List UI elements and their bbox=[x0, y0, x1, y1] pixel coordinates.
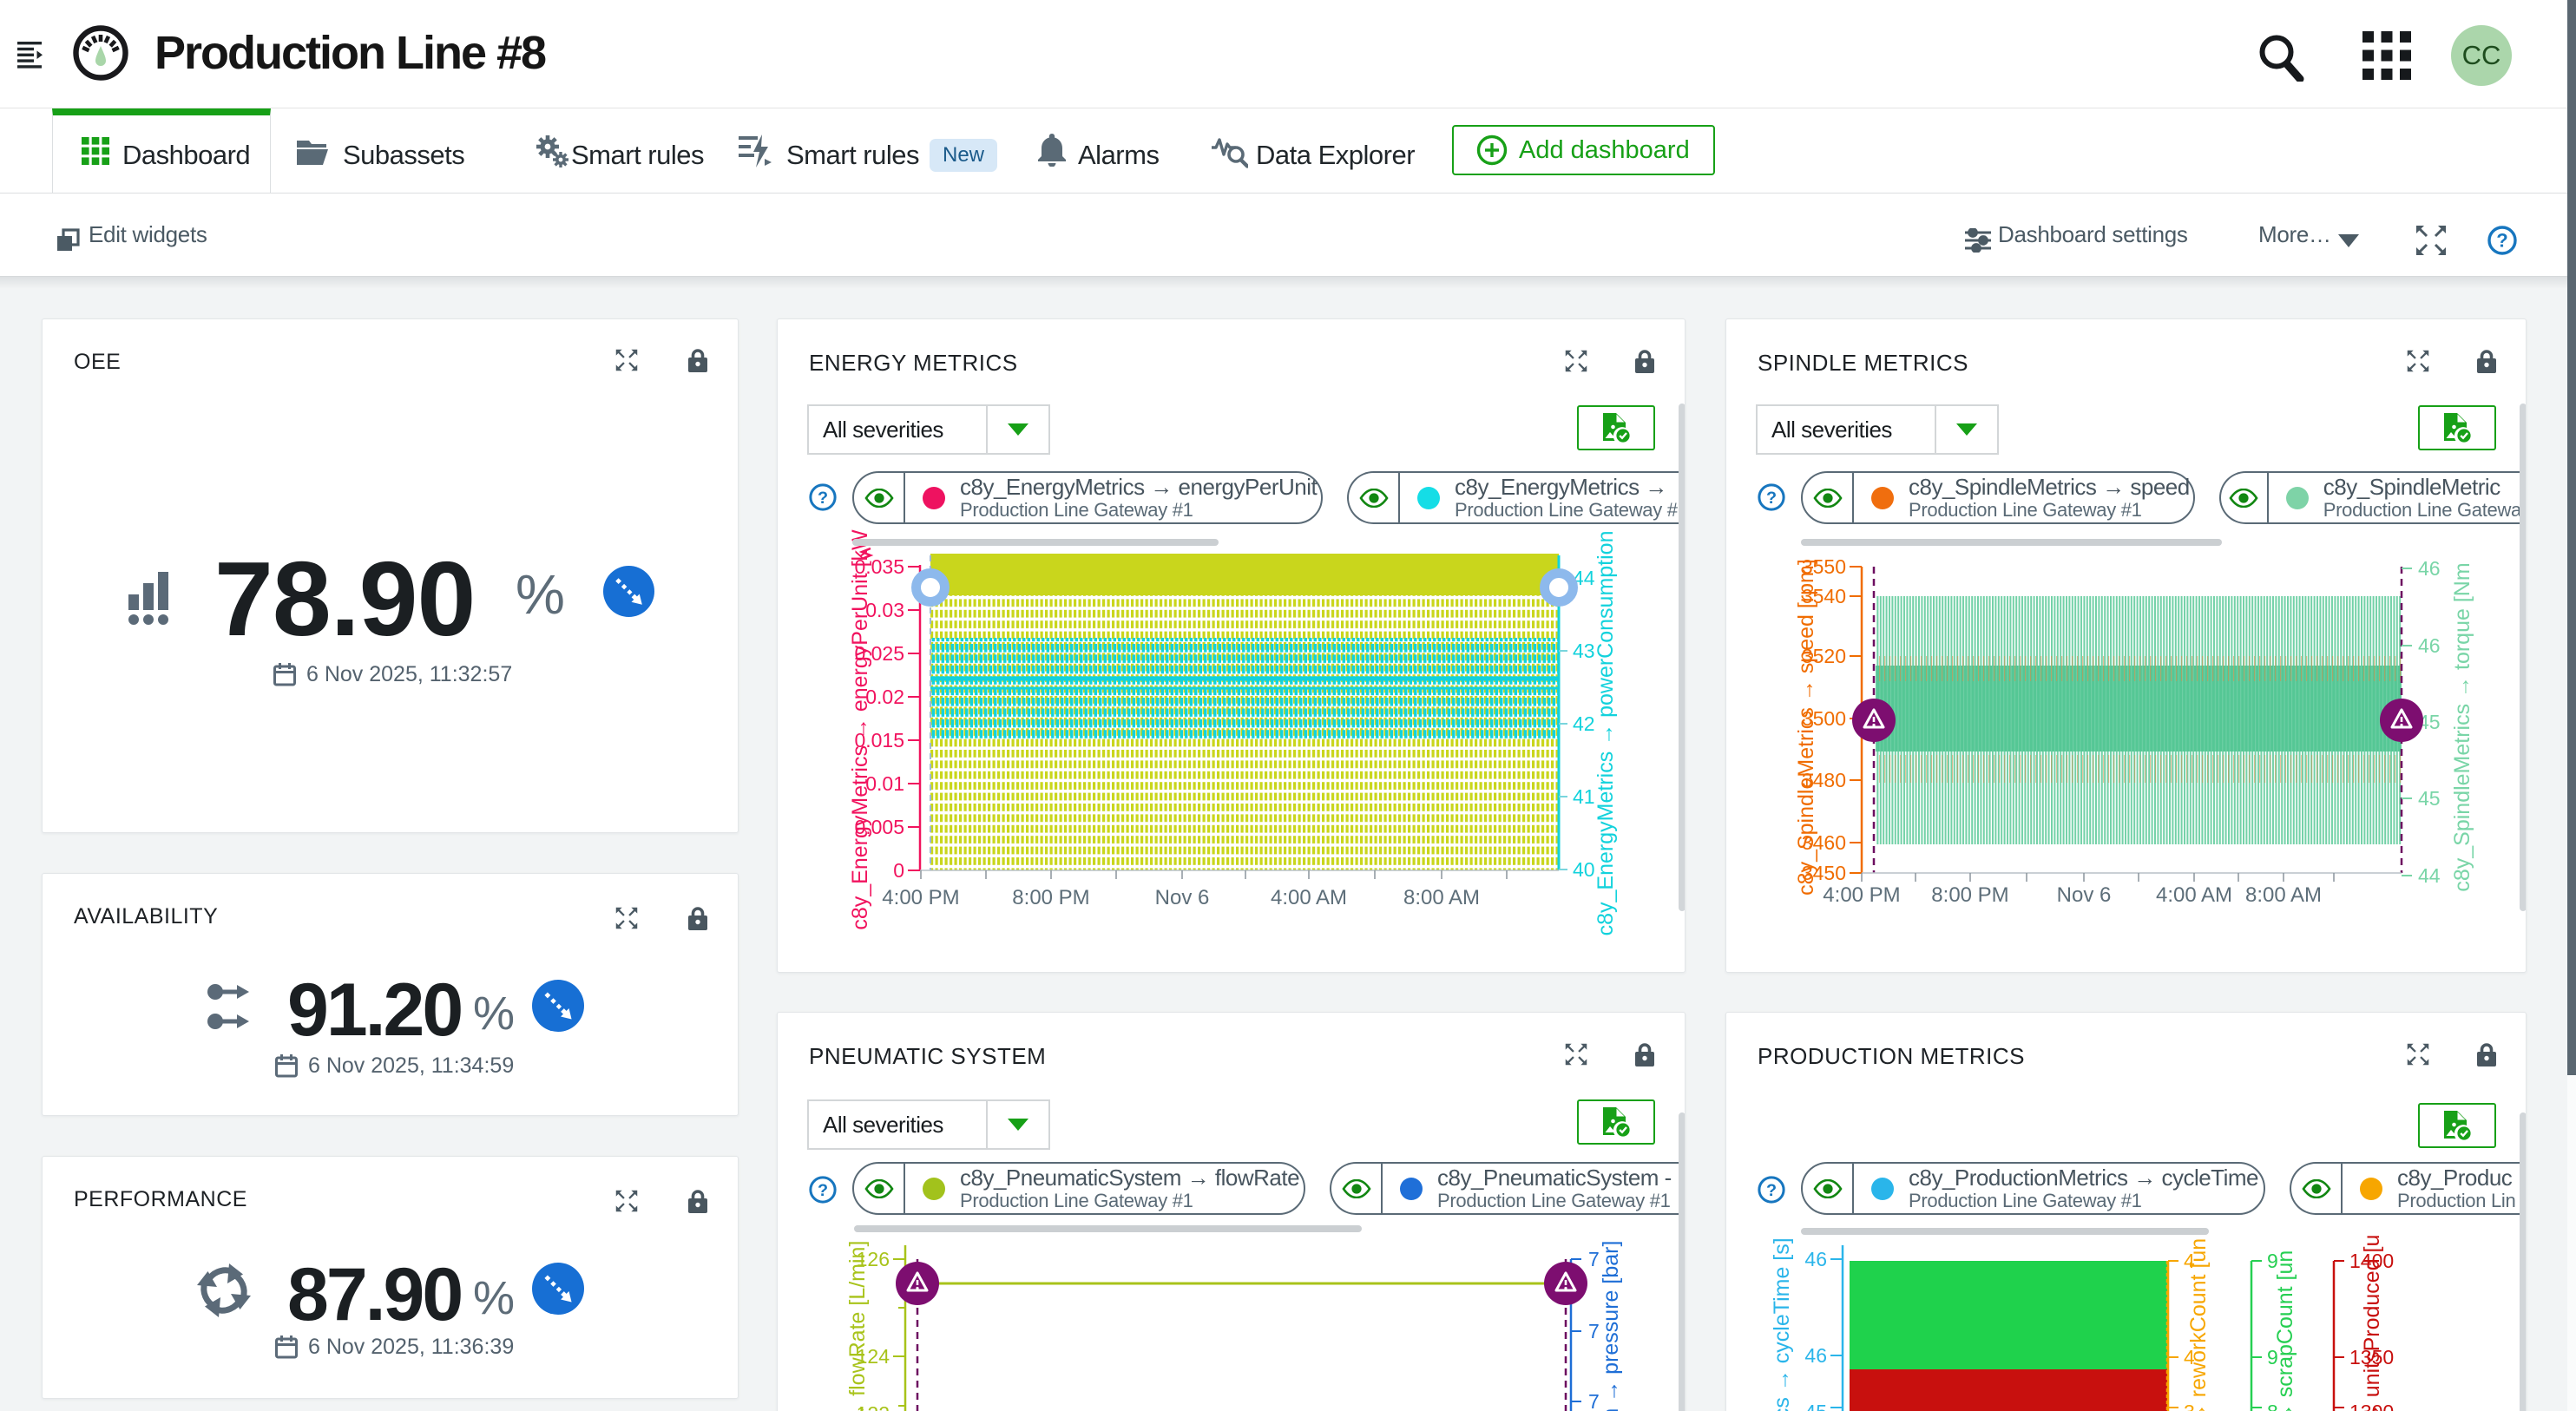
svg-text:7: 7 bbox=[1588, 1248, 1600, 1270]
svg-text:7: 7 bbox=[1588, 1390, 1600, 1411]
svg-text:46: 46 bbox=[2418, 634, 2441, 657]
svg-text:c8y_PneumaticSystem → flowRate: c8y_PneumaticSystem → flowRate [L/min] bbox=[845, 1241, 870, 1411]
svg-text:?: ? bbox=[1766, 489, 1777, 508]
svg-text:44: 44 bbox=[2418, 864, 2441, 887]
svg-text:45: 45 bbox=[1804, 1401, 1827, 1411]
svg-text:Nov 6: Nov 6 bbox=[2057, 883, 2112, 907]
svg-text:8:00 AM: 8:00 AM bbox=[1403, 886, 1480, 909]
svg-text:43: 43 bbox=[1573, 640, 1595, 662]
svg-text:8:00 PM: 8:00 PM bbox=[1931, 883, 2008, 907]
svg-text:4:00 AM: 4:00 AM bbox=[2156, 883, 2232, 907]
svg-text:c8y_EnergyMetrics → energyPerU: c8y_EnergyMetrics → energyPerUnit [kW bbox=[848, 529, 872, 930]
svg-text:7: 7 bbox=[1588, 1320, 1600, 1342]
svg-text:c8y_EnergyMetrics → powerConsu: c8y_EnergyMetrics → powerConsumption [ bbox=[1594, 519, 1618, 936]
svg-text:45: 45 bbox=[2418, 787, 2441, 810]
svg-text:c8y_ProductionMetrics → unitsP: c8y_ProductionMetrics → unitsProduced [u bbox=[2360, 1235, 2384, 1411]
svg-text:46: 46 bbox=[2418, 557, 2441, 580]
svg-text:42: 42 bbox=[1573, 712, 1595, 735]
svg-text:c8y_ProductionMetrics → cycleT: c8y_ProductionMetrics → cycleTime [s] bbox=[1770, 1237, 1794, 1411]
svg-text:0: 0 bbox=[893, 859, 904, 882]
svg-text:4:00 PM: 4:00 PM bbox=[882, 886, 959, 909]
svg-text:?: ? bbox=[818, 1181, 828, 1200]
svg-text:4:00 PM: 4:00 PM bbox=[1823, 883, 1900, 907]
svg-text:8:00 PM: 8:00 PM bbox=[1012, 886, 1089, 909]
svg-text:8:00 AM: 8:00 AM bbox=[2245, 883, 2322, 907]
svg-text:46: 46 bbox=[1804, 1248, 1827, 1270]
svg-text:Nov 6: Nov 6 bbox=[1155, 886, 1210, 909]
svg-text:c8y_PneumaticSystem → pressure: c8y_PneumaticSystem → pressure [bar] bbox=[1599, 1241, 1623, 1411]
svg-text:46: 46 bbox=[1804, 1344, 1827, 1367]
svg-text:?: ? bbox=[1766, 1181, 1777, 1200]
svg-text:?: ? bbox=[2496, 230, 2507, 252]
svg-text:?: ? bbox=[818, 489, 828, 508]
svg-text:40: 40 bbox=[1573, 858, 1595, 881]
svg-text:c8y_SpindleMetrics → speed [rp: c8y_SpindleMetrics → speed [rpm] bbox=[1794, 559, 1818, 896]
svg-text:c8y_SpindleMetrics → torque [N: c8y_SpindleMetrics → torque [Nm bbox=[2450, 562, 2474, 891]
svg-text:4:00 AM: 4:00 AM bbox=[1271, 886, 1347, 909]
svg-text:c8y_ProductionMetrics → rework: c8y_ProductionMetrics → reworkCount [un bbox=[2186, 1238, 2211, 1411]
svg-text:41: 41 bbox=[1573, 785, 1595, 808]
svg-text:c8y_ProductionMetrics → scrapC: c8y_ProductionMetrics → scrapCount [un bbox=[2273, 1250, 2297, 1411]
